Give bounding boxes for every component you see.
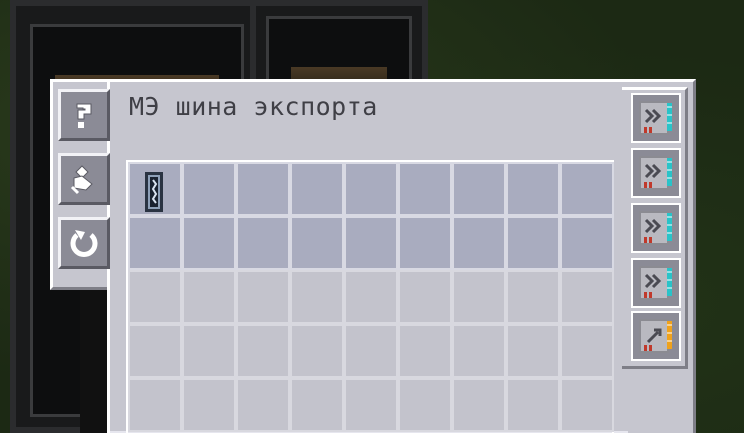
acceleration-card-icon — [639, 101, 672, 135]
config-slot[interactable] — [560, 216, 614, 270]
crafting-card-icon — [639, 319, 672, 353]
config-slot[interactable] — [182, 270, 236, 324]
config-slot[interactable] — [398, 216, 452, 270]
config-slot[interactable] — [290, 162, 344, 216]
config-slot[interactable] — [452, 378, 506, 432]
config-slot[interactable] — [182, 216, 236, 270]
config-slot[interactable] — [128, 216, 182, 270]
config-slot[interactable] — [290, 270, 344, 324]
config-slot[interactable] — [452, 162, 506, 216]
config-slot[interactable] — [506, 324, 560, 378]
config-slot[interactable] — [290, 324, 344, 378]
config-slot[interactable] — [560, 162, 614, 216]
config-slot[interactable] — [560, 270, 614, 324]
config-slot[interactable] — [128, 324, 182, 378]
config-slot[interactable] — [290, 216, 344, 270]
config-slot[interactable] — [398, 378, 452, 432]
acceleration-card-icon — [639, 266, 672, 300]
config-slot[interactable] — [236, 216, 290, 270]
config-slot[interactable] — [182, 162, 236, 216]
config-slot[interactable] — [128, 378, 182, 432]
config-slot[interactable] — [398, 324, 452, 378]
brush-icon — [70, 165, 93, 195]
upgrade-slot[interactable] — [631, 203, 681, 253]
config-slot[interactable] — [236, 324, 290, 378]
config-slot[interactable] — [128, 270, 182, 324]
config-slot[interactable] — [452, 270, 506, 324]
redstone-mode-button[interactable] — [58, 217, 110, 269]
upgrade-slot[interactable] — [631, 93, 681, 143]
upgrades-panel-extension — [628, 369, 696, 433]
config-slot[interactable] — [344, 324, 398, 378]
config-slot[interactable] — [560, 378, 614, 432]
config-slot[interactable] — [452, 324, 506, 378]
help-button[interactable] — [58, 89, 110, 141]
config-slot[interactable] — [452, 216, 506, 270]
config-slot[interactable] — [344, 216, 398, 270]
upgrade-slot[interactable] — [631, 148, 681, 198]
world-block-edge — [80, 285, 108, 433]
acceleration-card-icon — [639, 156, 672, 190]
config-slot[interactable] — [398, 270, 452, 324]
upgrade-slot[interactable] — [631, 258, 681, 308]
config-slot[interactable] — [182, 378, 236, 432]
config-slot[interactable] — [182, 324, 236, 378]
config-slot[interactable] — [506, 378, 560, 432]
config-slot[interactable] — [506, 216, 560, 270]
config-slot[interactable] — [344, 162, 398, 216]
config-slot[interactable] — [236, 162, 290, 216]
config-slot[interactable] — [236, 270, 290, 324]
acceleration-card-icon — [639, 211, 672, 245]
upgrade-slot[interactable] — [631, 311, 681, 361]
config-slot[interactable] — [290, 378, 344, 432]
fuzzy-mode-button[interactable] — [58, 153, 110, 205]
config-slot[interactable] — [236, 378, 290, 432]
config-slot[interactable] — [506, 270, 560, 324]
config-slot[interactable] — [506, 162, 560, 216]
config-slot[interactable] — [344, 270, 398, 324]
config-slot[interactable] — [398, 162, 452, 216]
refresh-icon — [70, 230, 98, 257]
config-slot[interactable] — [128, 162, 182, 216]
window-title: МЭ шина экспорта — [129, 92, 378, 121]
question-mark-icon — [76, 103, 92, 128]
config-slot[interactable] — [560, 324, 614, 378]
capacity-card-icon — [145, 172, 163, 212]
config-slot[interactable] — [344, 378, 398, 432]
config-grid — [128, 162, 614, 432]
